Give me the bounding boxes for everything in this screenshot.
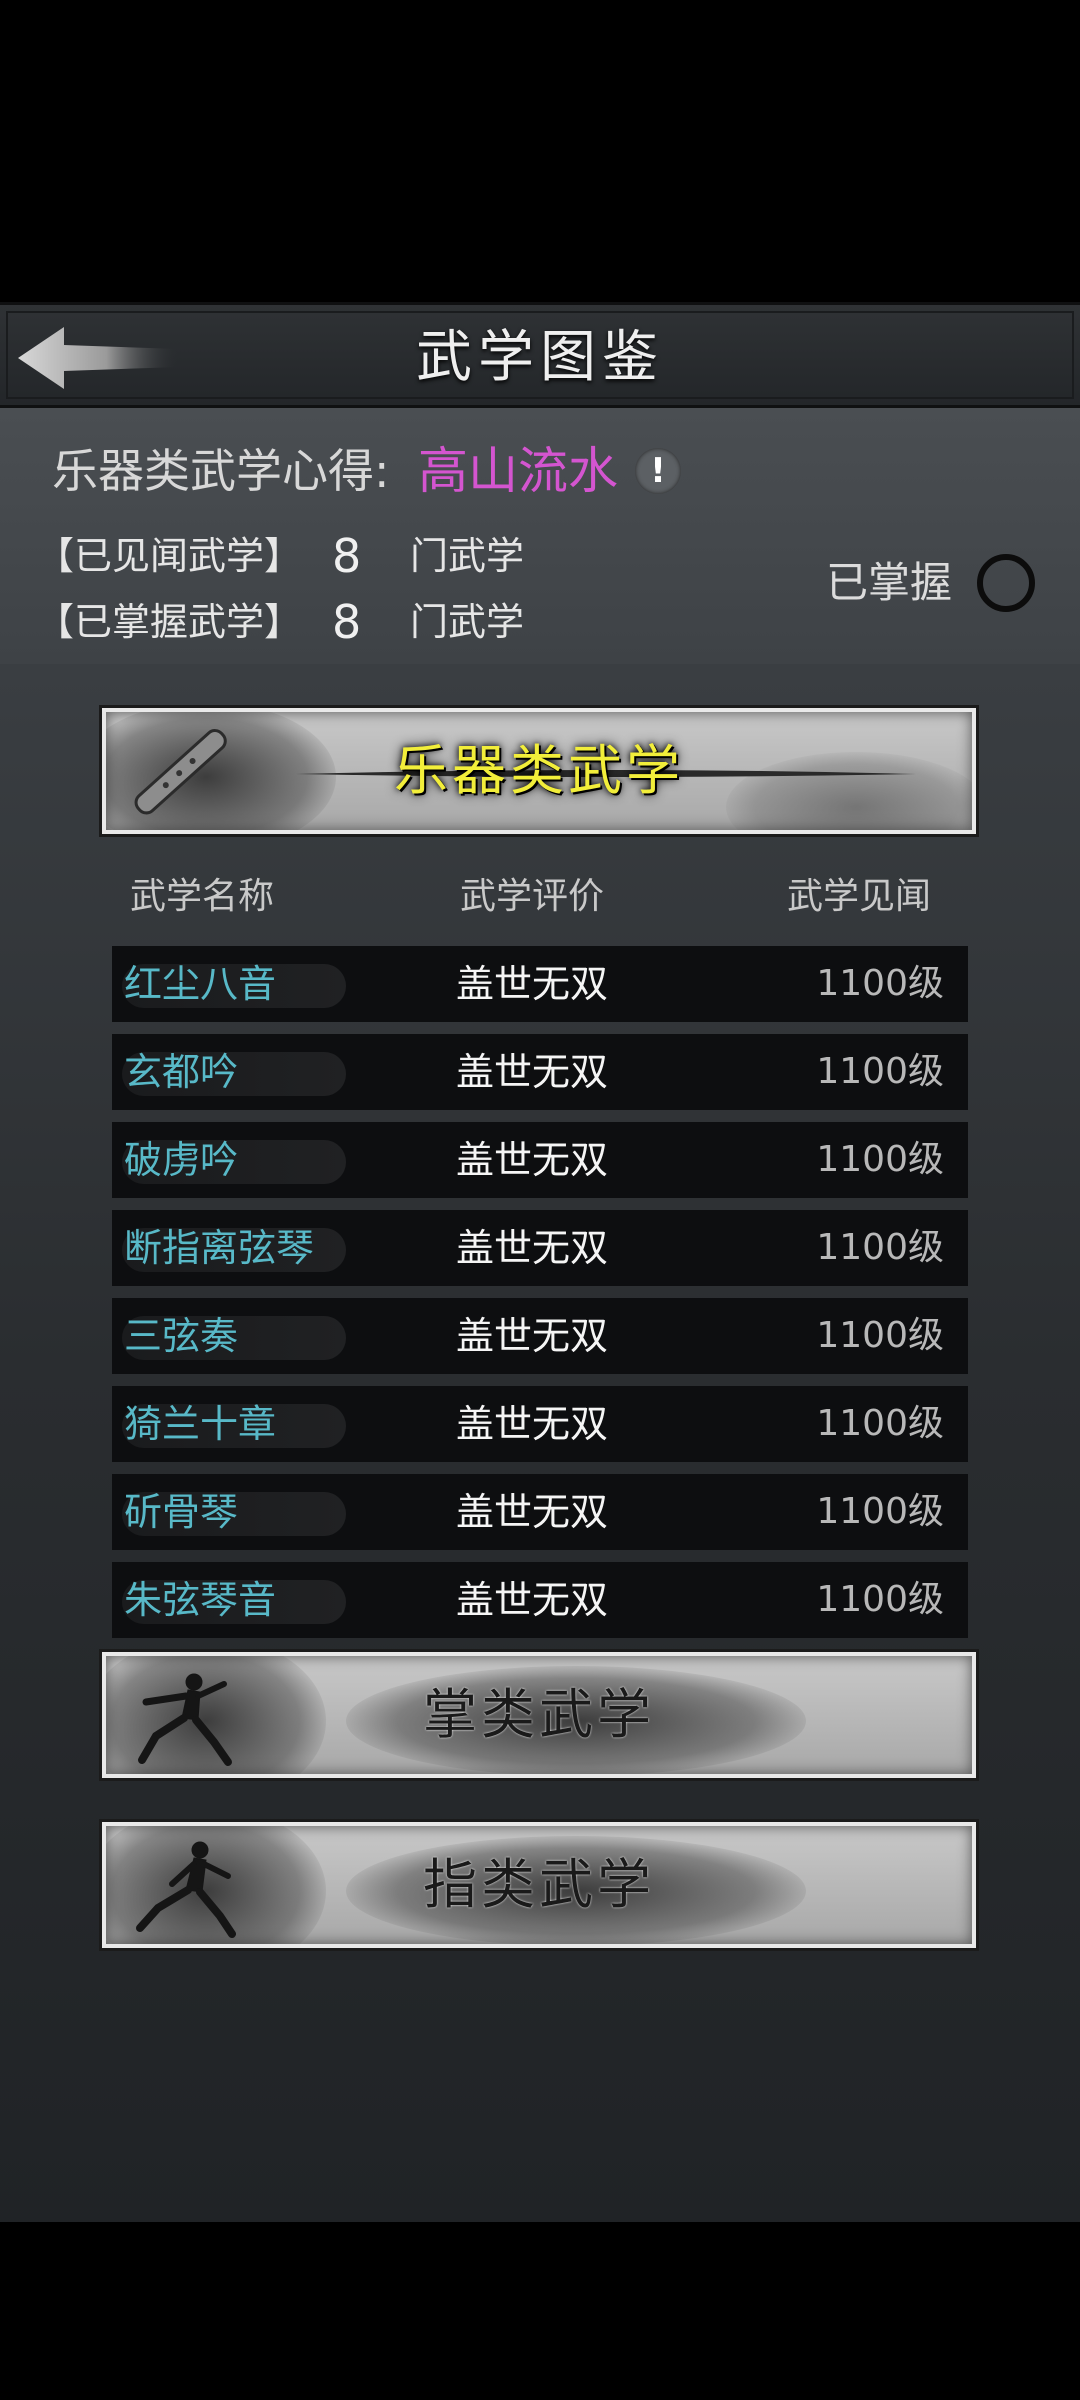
skill-rating: 盖世无双: [455, 1138, 608, 1182]
table-row[interactable]: 红尘八音 盖世无双 1100级: [112, 946, 968, 1022]
skill-name: 斫骨琴: [124, 1490, 239, 1534]
table-row[interactable]: 三弦奏 盖世无双 1100级: [112, 1298, 968, 1374]
insight-label: 乐器类武学心得:: [52, 444, 390, 498]
skill-rating: 盖世无双: [455, 1402, 608, 1446]
skill-name: 三弦奏: [124, 1314, 239, 1358]
table-row[interactable]: 朱弦琴音 盖世无双 1100级: [112, 1562, 968, 1638]
skill-level: 1100级: [816, 1403, 944, 1444]
table-row[interactable]: 玄都吟 盖世无双 1100级: [112, 1034, 968, 1110]
column-header-name: 武学名称: [130, 876, 275, 917]
table-row[interactable]: 破虏吟 盖世无双 1100级: [112, 1122, 968, 1198]
mastered-skills-unit: 门武学: [410, 600, 525, 644]
skill-rating: 盖世无双: [455, 1226, 608, 1270]
skill-rating: 盖世无双: [455, 1050, 608, 1094]
skill-level: 1100级: [816, 1139, 944, 1180]
skill-rating: 盖世无双: [455, 1578, 608, 1622]
insight-value[interactable]: 高山流水: [418, 436, 618, 506]
ring-checkbox-icon[interactable]: [977, 554, 1035, 612]
seen-skills-row: 【已见闻武学】 8 门武学: [36, 526, 524, 586]
page-title: 武学图鉴: [416, 325, 664, 390]
skill-level: 1100级: [816, 1051, 944, 1092]
skill-level: 1100级: [816, 963, 944, 1004]
bottom-bar: [0, 2222, 1080, 2400]
skill-rating: 盖世无双: [455, 1314, 608, 1358]
skill-name: 玄都吟: [124, 1050, 239, 1094]
seen-skills-unit: 门武学: [410, 534, 525, 578]
seen-skills-count: 8: [332, 529, 362, 583]
table-row[interactable]: 断指离弦琴 盖世无双 1100级: [112, 1210, 968, 1286]
column-header-level: 武学见闻: [787, 876, 932, 917]
skill-rating: 盖世无双: [455, 962, 608, 1006]
skill-name: 猗兰十章: [124, 1402, 277, 1446]
skill-name: 红尘八音: [124, 962, 277, 1006]
mastered-skills-count: 8: [332, 595, 362, 649]
section-title-palm: 掌类武学: [423, 1683, 655, 1746]
mastered-skills-label: 【已掌握武学】: [36, 600, 303, 644]
skill-rating: 盖世无双: [455, 1490, 608, 1534]
skill-name: 破虏吟: [124, 1138, 239, 1182]
mastered-skills-row: 【已掌握武学】 8 门武学: [36, 592, 524, 652]
section-title-instrument: 乐器类武学: [394, 739, 684, 802]
section-banner-instrument[interactable]: 乐器类武学: [102, 708, 976, 834]
info-panel: 乐器类武学心得: 高山流水 ! 【已见闻武学】 8 门武学 【已掌握武学】 8 …: [0, 408, 1080, 664]
skill-level: 1100级: [816, 1227, 944, 1268]
mastered-filter-label[interactable]: 已掌握: [826, 548, 952, 618]
skill-level: 1100级: [816, 1491, 944, 1532]
skill-level: 1100级: [816, 1579, 944, 1620]
seen-skills-label: 【已见闻武学】: [36, 534, 303, 578]
skill-name: 断指离弦琴: [124, 1226, 315, 1270]
table-row[interactable]: 猗兰十章 盖世无双 1100级: [112, 1386, 968, 1462]
skill-name: 朱弦琴音: [124, 1578, 277, 1622]
column-header-rating: 武学评价: [460, 876, 605, 917]
skill-level: 1100级: [816, 1315, 944, 1356]
section-banner-palm[interactable]: 掌类武学: [102, 1652, 976, 1778]
table-row[interactable]: 斫骨琴 盖世无双 1100级: [112, 1474, 968, 1550]
section-title-finger: 指类武学: [423, 1853, 655, 1916]
header-bar: 武学图鉴: [0, 302, 1080, 408]
section-banner-finger[interactable]: 指类武学: [102, 1822, 976, 1948]
exclamation-icon[interactable]: !: [635, 448, 681, 494]
screen: 武学图鉴 乐器类武学心得: 高山流水 ! 【已见闻武学】 8 门武学 【已掌握武…: [0, 0, 1080, 2400]
